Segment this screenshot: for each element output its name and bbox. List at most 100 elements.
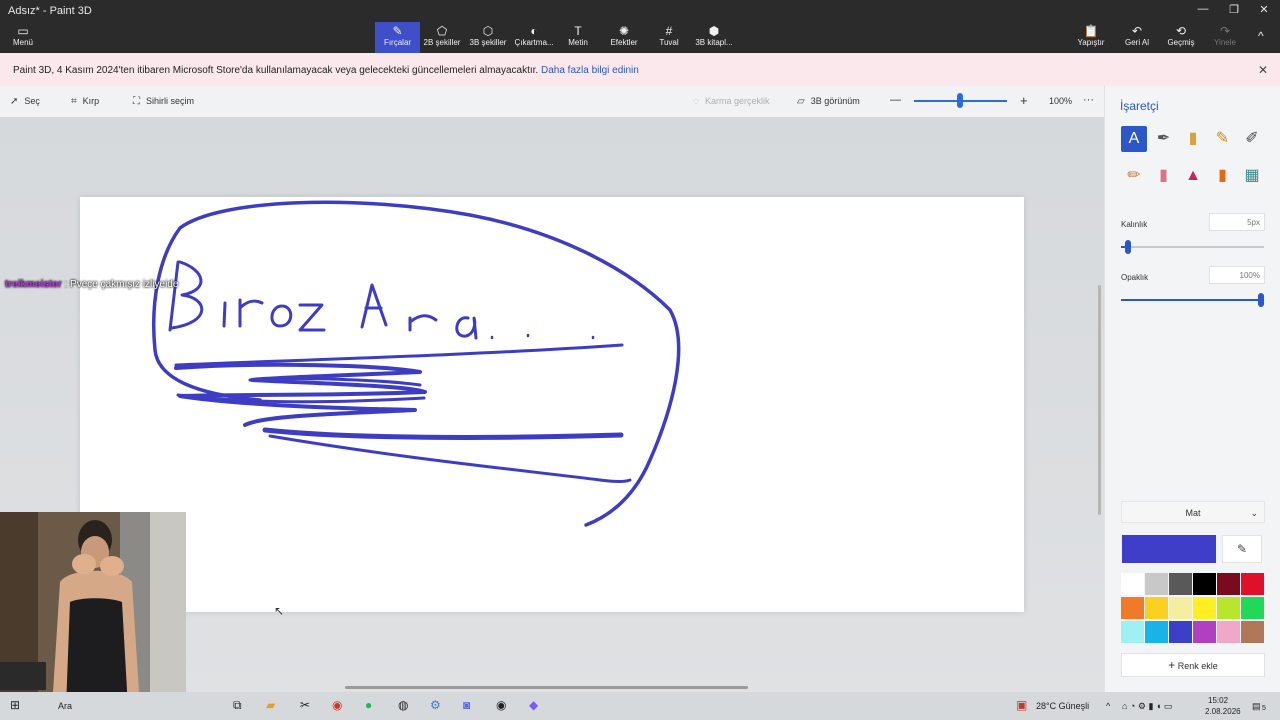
color-swatch[interactable] [1145, 573, 1168, 595]
outline-stroke-left [151, 226, 262, 402]
minimize-button[interactable]: — [1188, 3, 1218, 19]
color-swatch[interactable] [1169, 621, 1192, 643]
color-swatch[interactable] [1193, 597, 1216, 619]
color-swatch[interactable] [1121, 573, 1144, 595]
webcam-image [0, 512, 186, 708]
paint-3d-icon[interactable]: ◆ [529, 698, 538, 712]
weather-text[interactable]: 28°C Güneşli [1036, 701, 1089, 711]
ribbon-action-1[interactable]: ↶ Geri Al [1118, 22, 1156, 53]
letter-z [298, 303, 326, 332]
ribbon-action-label: Geçmiş [1167, 38, 1195, 47]
maximize-button[interactable]: ❐ [1219, 3, 1249, 19]
chrome-icon[interactable]: ◉ [332, 698, 342, 712]
history-icon: ⟲ [1175, 24, 1187, 38]
vertical-scrollbar[interactable] [1098, 285, 1101, 515]
color-swatch[interactable] [1217, 621, 1240, 643]
color-swatch[interactable] [1241, 597, 1264, 619]
windows-start-icon[interactable]: ⊞ [10, 698, 20, 712]
color-swatch[interactable] [1169, 573, 1192, 595]
letter-r [238, 298, 264, 328]
letter-r2 [408, 314, 438, 332]
oil-brush-icon[interactable]: ▮ [1180, 126, 1206, 152]
finish-dropdown[interactable]: Mat ⌄ [1121, 501, 1265, 523]
ribbon-action-3[interactable]: ↷ Yinele [1206, 22, 1244, 53]
clock-date: 2.08.2026 [1205, 707, 1241, 716]
crayon-icon[interactable]: ▲ [1180, 163, 1206, 189]
color-swatch[interactable] [1121, 621, 1144, 643]
app-icon[interactable]: ◉ [496, 698, 506, 712]
undo-icon: ↶ [1131, 24, 1143, 38]
color-swatch[interactable] [1193, 621, 1216, 643]
notification-icon[interactable]: ▤ [1252, 701, 1261, 712]
taskbar: ⊞ Ara ⧉ ▰ ✂ ◉ ● ◍ ⚙ ◙ ◉ ◆ ▣ 28°C Güneşli… [0, 692, 1280, 720]
eraser-icon[interactable]: ▮ [1151, 163, 1177, 189]
letter-i [222, 301, 227, 328]
brush-panel: İşaretçi A ✒ ▮ ✎ ✐ ✏ ▮ ▲ ▮ ▦ Kalınlık 5px Opaklık… [1104, 86, 1280, 692]
banner-close-icon[interactable]: ✕ [1258, 63, 1268, 77]
stream-chat-message: treikmeister : Pveçe çakmışız izliyeide [5, 279, 178, 290]
settings-icon[interactable]: ⚙ [430, 698, 441, 712]
opacity-slider[interactable] [1121, 293, 1264, 307]
add-color-label: Renk ekle [1177, 661, 1218, 671]
color-swatch[interactable] [1121, 597, 1144, 619]
opacity-label: Opaklık [1121, 273, 1149, 282]
opacity-slider-fill [1121, 299, 1264, 301]
bottom-stroke-2 [268, 434, 632, 483]
discord-icon[interactable]: ◙ [463, 698, 470, 712]
current-color-swatch[interactable] [1122, 535, 1216, 563]
ribbon-action-label: Geri Al [1124, 38, 1149, 47]
thickness-label: Kalınlık [1121, 220, 1148, 229]
thickness-input[interactable]: 5px [1209, 213, 1265, 231]
color-swatch[interactable] [1193, 573, 1216, 595]
color-swatch[interactable] [1241, 621, 1264, 643]
bottom-stroke [262, 427, 624, 440]
pencil-icon[interactable]: ✏ [1121, 163, 1147, 189]
eyedropper-icon[interactable]: ✎ [1222, 535, 1262, 563]
close-button[interactable]: ✕ [1249, 3, 1279, 19]
calligraphy-pen-icon[interactable]: ✒ [1151, 126, 1177, 152]
mouse-cursor-icon: ↖ [274, 604, 285, 618]
letter-a [360, 283, 388, 329]
taskbar-search[interactable]: Ara [58, 701, 72, 711]
color-swatch[interactable] [1145, 621, 1168, 643]
task-view-icon[interactable]: ⧉ [233, 698, 242, 713]
tray-chevron-icon[interactable]: ^ [1106, 701, 1110, 711]
panel-title: İşaretçi [1120, 99, 1159, 113]
finish-value: Mat [1185, 508, 1201, 518]
pixel-pen-icon[interactable]: ✐ [1239, 126, 1265, 152]
horizontal-scrollbar[interactable] [345, 686, 748, 689]
dots [490, 333, 595, 340]
opacity-input[interactable]: 100% [1209, 266, 1265, 284]
clock-time: 15:02 [1208, 696, 1229, 705]
spotify-icon[interactable]: ● [365, 698, 372, 712]
color-swatch[interactable] [1217, 597, 1240, 619]
notification-count: 5 [1262, 705, 1266, 712]
thickness-slider-thumb[interactable] [1125, 240, 1132, 254]
opacity-slider-thumb[interactable] [1258, 293, 1264, 307]
snipping-tool-icon[interactable]: ✂ [300, 698, 310, 712]
ribbon-action-label: Yinele [1214, 38, 1236, 47]
letter-a2 [455, 316, 478, 340]
underline-stroke [174, 343, 624, 367]
plus-icon: + [1168, 658, 1176, 672]
tray-icons[interactable]: ⌂ ◔ ⚙ ▮ ◖ ▭ [1122, 701, 1172, 712]
fill-bucket-icon[interactable]: ▦ [1239, 163, 1265, 189]
color-swatch[interactable] [1145, 597, 1168, 619]
add-color-button[interactable]: + Renk ekle [1121, 653, 1265, 677]
collapse-ribbon-icon[interactable]: ^ [1258, 29, 1264, 43]
scribble-stroke [174, 362, 427, 427]
letter-o [270, 304, 293, 328]
webcam-overlay [0, 512, 186, 708]
color-swatch[interactable] [1217, 573, 1240, 595]
spray-can-icon[interactable]: ▮ [1210, 163, 1236, 189]
thickness-slider[interactable] [1121, 240, 1264, 254]
chevron-down-icon: ⌄ [1250, 508, 1258, 518]
ribbon-action-2[interactable]: ⟲ Geçmiş [1162, 22, 1200, 53]
marker-brush-icon[interactable]: A [1121, 126, 1147, 152]
redo-icon: ↷ [1219, 24, 1231, 38]
file-explorer-icon[interactable]: ▰ [266, 698, 275, 712]
color-swatch[interactable] [1169, 597, 1192, 619]
watercolor-icon[interactable]: ✎ [1210, 126, 1236, 152]
obs-icon[interactable]: ◍ [398, 698, 408, 712]
color-swatch[interactable] [1241, 573, 1264, 595]
